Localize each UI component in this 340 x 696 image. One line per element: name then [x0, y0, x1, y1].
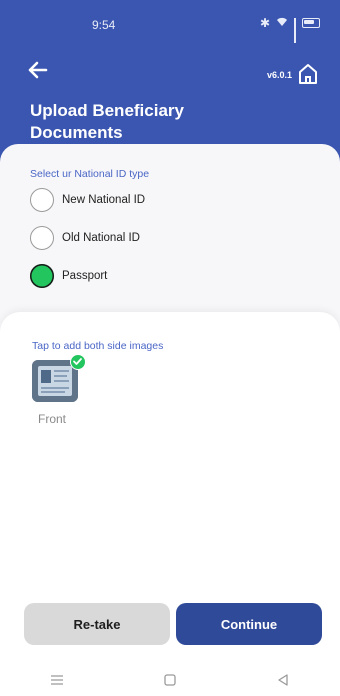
- check-icon: [70, 354, 86, 370]
- radio-label: Old National ID: [62, 232, 140, 244]
- radio-label: New National ID: [62, 194, 146, 206]
- back-button[interactable]: [24, 58, 52, 82]
- battery-icon: [302, 18, 320, 28]
- upload-instruction: Tap to add both side images: [32, 340, 164, 352]
- retake-button[interactable]: Re-take: [24, 603, 170, 645]
- page-title: Upload Beneficiary Documents: [30, 101, 184, 142]
- status-time: 9:54: [92, 18, 116, 32]
- radio-old-national-id[interactable]: Old National ID: [30, 226, 140, 250]
- radio-circle: [30, 226, 54, 250]
- radio-circle: [30, 188, 54, 212]
- front-label: Front: [38, 412, 67, 426]
- status-bar: 9:54 ✱: [0, 0, 340, 43]
- app-screen: 9:54 ✱ v6.0.1 Upload Beneficiary Documen…: [0, 0, 340, 696]
- signal-icon: [294, 18, 296, 43]
- app-version: v6.0.1: [266, 70, 292, 80]
- home-button[interactable]: [296, 62, 320, 86]
- back-triangle-icon[interactable]: [273, 672, 293, 688]
- id-type-label: Select ur National ID type: [30, 168, 150, 180]
- continue-button[interactable]: Continue: [176, 603, 322, 645]
- home-icon: [299, 64, 317, 84]
- radio-new-national-id[interactable]: New National ID: [30, 188, 145, 212]
- system-nav-bar: [0, 664, 340, 696]
- menu-icon[interactable]: [47, 672, 67, 688]
- id-type-card: Select ur National ID type New National …: [0, 144, 340, 334]
- wifi-icon: [276, 16, 288, 30]
- radio-passport[interactable]: Passport: [30, 264, 107, 288]
- front-image-thumbnail[interactable]: [32, 354, 86, 404]
- bluetooth-icon: ✱: [259, 16, 270, 30]
- arrow-left-icon: [28, 61, 48, 79]
- home-square-icon[interactable]: [160, 672, 180, 688]
- radio-label: Passport: [62, 270, 108, 282]
- status-icons: ✱: [259, 16, 320, 43]
- upload-sheet: Tap to add both side images Front Re-tak…: [0, 312, 340, 696]
- radio-circle-selected: [30, 264, 54, 288]
